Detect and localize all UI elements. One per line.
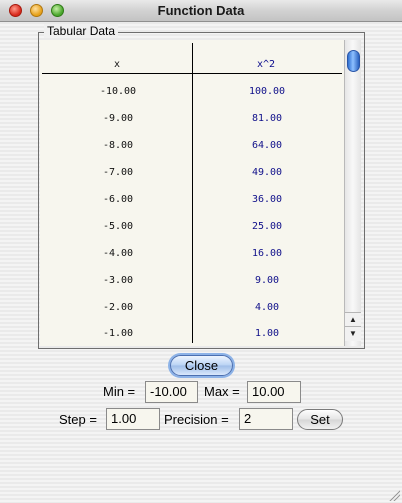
close-button[interactable]: Close	[170, 355, 233, 376]
scroll-up-arrow-icon[interactable]: ▲	[345, 312, 361, 327]
precision-label: Precision =	[164, 412, 229, 427]
window-title: Function Data	[157, 3, 245, 18]
table-cell-y: 25.00	[251, 221, 283, 232]
step-field[interactable]: 1.00	[106, 408, 160, 430]
function-data-window: Function Data Tabular Data x x^2 -10.00 …	[0, 0, 402, 503]
set-button[interactable]: Set	[297, 409, 343, 430]
table-cell-y: 100.00	[248, 86, 286, 97]
table-cell-x: -6.00	[102, 194, 134, 205]
max-field[interactable]: 10.00	[247, 381, 301, 403]
groupbox-label: Tabular Data	[44, 24, 119, 38]
table-cell-x: -10.00	[99, 86, 137, 97]
column-header-x-squared[interactable]: x^2	[257, 59, 275, 70]
table-cell-x: -8.00	[102, 140, 134, 151]
scroll-down-arrow-icon[interactable]: ▼	[345, 326, 361, 341]
title-bar: Function Data	[0, 0, 402, 22]
header-divider	[42, 73, 342, 74]
table-cell-y: 49.00	[251, 167, 283, 178]
table-cell-x: -4.00	[102, 248, 134, 259]
min-field[interactable]: -10.00	[145, 381, 198, 403]
table-cell-x: -3.00	[102, 275, 134, 286]
vertical-scrollbar[interactable]: ▲ ▼	[344, 40, 361, 346]
step-label: Step =	[59, 412, 97, 427]
table-cell-x: -7.00	[102, 167, 134, 178]
precision-field[interactable]: 2	[239, 408, 293, 430]
table-cell-y: 64.00	[251, 140, 283, 151]
min-label: Min =	[103, 384, 136, 399]
table-cell-x: -1.00	[102, 328, 134, 339]
table-cell-y: 36.00	[251, 194, 283, 205]
max-label: Max =	[204, 384, 240, 399]
table-cell-y: 16.00	[251, 248, 283, 259]
column-divider	[192, 43, 193, 343]
table-cell-x: -2.00	[102, 302, 134, 313]
column-header-x[interactable]: x	[114, 59, 120, 70]
table-cell-x: -9.00	[102, 113, 134, 124]
table-cell-y: 9.00	[254, 275, 280, 286]
resize-grip-icon[interactable]	[388, 489, 400, 501]
table-cell-y: 81.00	[251, 113, 283, 124]
table-cell-x: -5.00	[102, 221, 134, 232]
table-cell-y: 4.00	[254, 302, 280, 313]
table-cell-y: 1.00	[254, 328, 280, 339]
scrollbar-thumb[interactable]	[347, 50, 360, 72]
